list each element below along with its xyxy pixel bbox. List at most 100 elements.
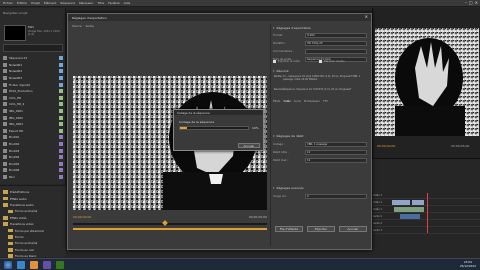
bitrate-section-title[interactable]: Réglages de débit [273, 134, 304, 138]
clip-icon [3, 155, 7, 160]
playhead[interactable] [427, 193, 428, 233]
close-icon[interactable]: × [365, 14, 368, 19]
tab-source[interactable]: Source [72, 24, 82, 30]
field-value[interactable]: H.264 [305, 32, 367, 38]
preview-controls: 00;00;00;00 00;00;05;00 [73, 212, 267, 238]
field-value[interactable]: 12 [305, 157, 367, 163]
export-settings-panel: Réglages d'exportation Format : H.264 Préd… [270, 24, 369, 246]
project-item[interactable]: Noise003 [3, 75, 63, 82]
dialog-title-text: Réglages d'exportation [72, 15, 107, 20]
menu-help[interactable]: Aide [124, 1, 131, 5]
tab-video[interactable]: Vidéo [283, 100, 290, 103]
clip-icon [3, 76, 7, 81]
work-area-bar[interactable] [73, 228, 267, 230]
project-item[interactable]: Bruit01 [3, 134, 63, 141]
menu-file[interactable]: Fichier [3, 1, 13, 5]
project-item[interactable]: Bruit05 [3, 161, 63, 168]
field-value[interactable] [305, 48, 367, 54]
clip-icon [3, 109, 7, 114]
premiere-icon[interactable] [43, 260, 51, 269]
project-item[interactable]: Intro_HD [3, 95, 63, 102]
minimize-button[interactable]: – [465, 0, 467, 5]
project-item[interactable]: Bruit06 [3, 167, 63, 174]
export-video-check[interactable]: Exporter la vidéo [273, 60, 300, 63]
tab-multiplexer[interactable]: Multiplexeur [304, 100, 320, 103]
field-label: Prédéfini : [273, 41, 287, 45]
project-item[interactable]: Fichier importé [3, 81, 63, 88]
menu-window[interactable]: Fenêtre [108, 1, 119, 5]
project-search-input[interactable] [3, 44, 63, 52]
tab-output[interactable]: Sortie [86, 24, 94, 30]
tab-audio[interactable]: Audio [294, 100, 301, 103]
menu-project[interactable]: Projet [31, 1, 40, 5]
effects-item-label: Transitions vidéo [10, 222, 34, 227]
menu-edit[interactable]: Édition [17, 1, 27, 5]
effects-item-label: Fondu enchaîné [15, 209, 38, 214]
audio-clip[interactable] [394, 207, 424, 212]
export-section-title[interactable]: Réglages d'exportation [273, 26, 312, 30]
scrub-bar[interactable] [73, 223, 267, 225]
menu-title[interactable]: Titre [97, 1, 104, 5]
project-item[interactable]: Séquence 01 [3, 55, 63, 62]
end-timecode: 00;00;05;00 [248, 215, 267, 219]
project-item[interactable]: Bruit03 [3, 147, 63, 154]
menu-marker[interactable]: Marqueur [79, 1, 93, 5]
explorer-icon[interactable] [17, 260, 25, 269]
timeline-track[interactable]: Vidéo 1 [372, 207, 480, 213]
tab-effects[interactable]: Effets [273, 100, 280, 103]
video-clip[interactable] [392, 200, 410, 205]
cancel-button[interactable]: Annuler [339, 226, 367, 232]
field-value[interactable]: HD 720p 25 [305, 40, 367, 46]
timeline-track[interactable]: Vidéo 3 [372, 193, 480, 199]
project-item[interactable]: Noise002 [3, 68, 63, 75]
clock[interactable]: 23:04 25/12/2012 [460, 260, 476, 268]
project-item[interactable]: PC01_Production [3, 88, 63, 95]
export-audio-check[interactable]: Exporter l'audio [319, 60, 345, 63]
project-item[interactable]: Bruit02 [3, 141, 63, 148]
export-button[interactable]: Exporter [307, 226, 335, 232]
start-button-icon[interactable] [4, 260, 12, 269]
timeline-track[interactable]: Audio 3 [372, 228, 480, 234]
encoding-dialog: Codage de la séquence Codage de la séque… [173, 109, 264, 151]
field-value[interactable]: 0 [305, 193, 367, 199]
timeline-track[interactable]: Vidéo 2 [372, 200, 480, 206]
advanced-section-title[interactable]: Réglages avancés [273, 186, 304, 190]
clip-icon [3, 115, 7, 120]
effects-item-label: Effets vidéo [10, 215, 27, 220]
menu-clip[interactable]: Élément [44, 1, 56, 5]
project-item[interactable]: Mini [3, 174, 63, 181]
timeline-track[interactable]: Audio 1 [372, 214, 480, 220]
video-clip[interactable] [412, 200, 424, 205]
media-icon[interactable] [56, 260, 64, 269]
timeline-track[interactable]: Audio 2 [372, 221, 480, 227]
browser-icon[interactable] [30, 260, 38, 269]
project-item[interactable]: IMG_0003 [3, 121, 63, 128]
maximize-button[interactable]: □ [469, 0, 473, 5]
taskbar: 23:04 25/12/2012 [0, 258, 480, 270]
settings-field: Commentaires : [273, 48, 367, 54]
close-button[interactable]: ✕ [475, 0, 478, 5]
menu-sequence[interactable]: Séquence [60, 1, 75, 5]
project-tab[interactable]: Navigateur projet [3, 11, 28, 15]
clip-icon [3, 168, 7, 173]
label-color-swatch [59, 69, 63, 74]
field-label: Débit cible : [273, 150, 289, 154]
project-item[interactable]: IMG_0001 [3, 108, 63, 115]
project-item-label: Bruit06 [9, 168, 20, 173]
field-value[interactable]: 10 [305, 149, 367, 155]
project-item[interactable]: Noise001 [3, 62, 63, 69]
dialog-title: Réglages d'exportation × [68, 14, 371, 21]
label-color-swatch [59, 161, 63, 166]
field-value[interactable]: VBR, 1 passage [305, 141, 367, 147]
label-color-swatch [59, 82, 63, 87]
clip-icon [3, 148, 7, 153]
audio-clip[interactable] [400, 214, 420, 219]
project-item[interactable]: Export HD [3, 128, 63, 135]
project-item[interactable]: Bruit04 [3, 154, 63, 161]
project-item[interactable]: IMG_0002 [3, 114, 63, 121]
summary-title[interactable]: Résumé [273, 69, 289, 73]
encoding-cancel-button[interactable]: Annuler [238, 143, 260, 148]
queue-button[interactable]: File d'attente [275, 226, 303, 232]
project-item[interactable]: Intro_HD_2 [3, 101, 63, 108]
tab-ftp[interactable]: FTP [323, 100, 328, 103]
